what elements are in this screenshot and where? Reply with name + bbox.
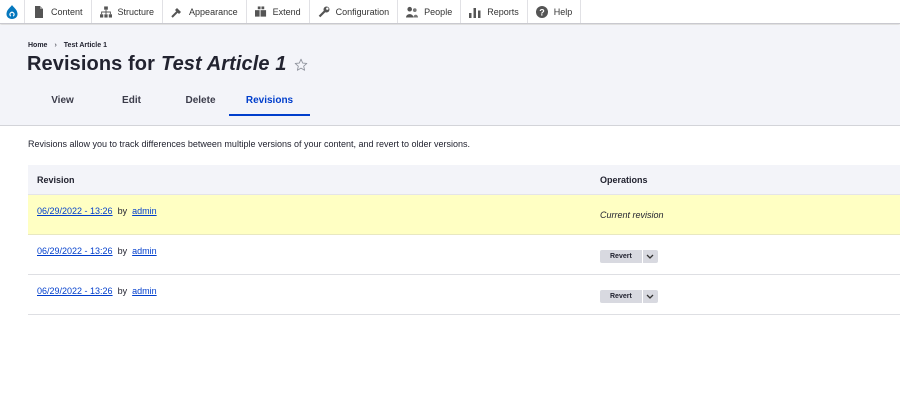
revision-date-link[interactable]: 06/29/2022 - 13:26 xyxy=(37,246,113,256)
admin-toolbar: Content Structure Appearance Extend Conf… xyxy=(0,0,900,24)
operations-cell: Revert xyxy=(591,235,900,263)
page-title-node: Test Article 1 xyxy=(161,53,287,75)
operations-cell: Revert xyxy=(591,275,900,303)
toolbar-item-people[interactable]: People xyxy=(397,0,460,23)
toolbar-item-label: People xyxy=(424,6,453,17)
column-header-operations: Operations xyxy=(600,174,648,185)
toolbar-item-appearance[interactable]: Appearance xyxy=(162,0,246,23)
table-row: 06/29/2022 - 13:26 by admin Revert xyxy=(28,275,900,315)
toolbar-item-label: Appearance xyxy=(189,6,238,17)
table-row: 06/29/2022 - 13:26 by admin Current revi… xyxy=(28,195,900,235)
svg-text:?: ? xyxy=(539,7,545,17)
tab-revisions[interactable]: Revisions xyxy=(229,94,310,116)
tab-view[interactable]: View xyxy=(28,94,97,116)
by-text: by xyxy=(115,286,130,296)
breadcrumb-separator: › xyxy=(54,42,57,49)
table-row: 06/29/2022 - 13:26 by admin Revert xyxy=(28,235,900,275)
toolbar-item-reports[interactable]: Reports xyxy=(460,0,527,23)
revert-button[interactable]: Revert xyxy=(600,290,642,303)
star-icon[interactable] xyxy=(294,58,308,72)
toolbar-item-label: Help xyxy=(553,6,573,17)
toolbar-item-label: Content xyxy=(51,6,83,17)
extend-icon xyxy=(254,5,267,18)
revisions-table: Revision Operations 06/29/2022 - 13:26 b… xyxy=(28,165,900,315)
author-link[interactable]: admin xyxy=(132,206,157,216)
current-revision-label: Current revision xyxy=(600,210,664,220)
column-header-revision: Revision xyxy=(37,174,75,185)
drupal-logo-icon[interactable] xyxy=(0,0,24,24)
chevron-down-icon xyxy=(646,294,654,299)
primary-tabs: View Edit Delete Revisions xyxy=(28,94,310,116)
revert-dropbutton: Revert xyxy=(600,290,658,303)
revert-dropbutton: Revert xyxy=(600,250,658,263)
revert-button[interactable]: Revert xyxy=(600,250,642,263)
author-link[interactable]: admin xyxy=(132,246,157,256)
revision-date-link[interactable]: 06/29/2022 - 13:26 xyxy=(37,206,113,216)
help-icon: ? xyxy=(535,5,548,18)
breadcrumb: Home › Test Article 1 xyxy=(28,42,107,49)
structure-icon xyxy=(99,5,112,18)
author-link[interactable]: admin xyxy=(132,286,157,296)
revision-date-link[interactable]: 06/29/2022 - 13:26 xyxy=(37,286,113,296)
toolbar-item-label: Reports xyxy=(487,6,519,17)
revision-cell: 06/29/2022 - 13:26 by admin xyxy=(28,235,591,256)
toolbar-item-label: Structure xyxy=(117,6,155,17)
people-icon xyxy=(406,6,419,18)
toolbar-item-extend[interactable]: Extend xyxy=(245,0,309,23)
operations-cell: Current revision xyxy=(591,195,900,220)
page-header: Home › Test Article 1 Revisions for Test… xyxy=(0,25,900,126)
table-header: Revision Operations xyxy=(28,165,900,195)
configuration-icon xyxy=(318,6,330,18)
tab-delete[interactable]: Delete xyxy=(166,94,235,116)
page-title-prefix: Revisions for xyxy=(27,53,155,75)
toolbar-item-structure[interactable]: Structure xyxy=(90,0,163,23)
revision-cell: 06/29/2022 - 13:26 by admin xyxy=(28,275,591,296)
toolbar-item-configuration[interactable]: Configuration xyxy=(308,0,398,23)
dropbutton-toggle[interactable] xyxy=(641,250,658,263)
breadcrumb-home-link[interactable]: Home xyxy=(28,42,47,49)
toolbar-item-content[interactable]: Content xyxy=(24,0,91,23)
toolbar-item-help[interactable]: ? Help xyxy=(526,0,582,23)
toolbar-item-label: Configuration xyxy=(335,6,390,17)
by-text: by xyxy=(115,206,130,216)
revisions-description: Revisions allow you to track differences… xyxy=(28,139,471,149)
chevron-down-icon xyxy=(646,254,654,259)
tab-edit[interactable]: Edit xyxy=(97,94,166,116)
toolbar-item-label: Extend xyxy=(272,6,301,17)
breadcrumb-current: Test Article 1 xyxy=(63,42,107,49)
dropbutton-toggle[interactable] xyxy=(641,290,658,303)
page-title: Revisions for Test Article 1 xyxy=(27,53,308,76)
appearance-icon xyxy=(171,6,183,18)
by-text: by xyxy=(115,246,130,256)
reports-icon xyxy=(469,6,481,18)
revision-cell: 06/29/2022 - 13:26 by admin xyxy=(28,195,591,216)
content-icon xyxy=(33,5,45,18)
